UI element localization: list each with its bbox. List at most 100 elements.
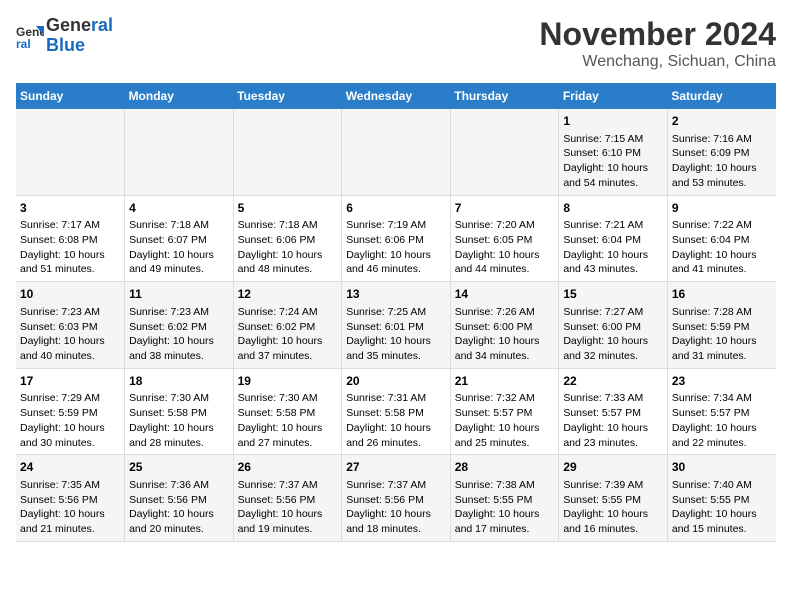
day-info-line: Sunset: 5:55 PM <box>455 493 555 508</box>
weekday-header-row: SundayMondayTuesdayWednesdayThursdayFrid… <box>16 83 776 109</box>
day-number: 13 <box>346 286 446 303</box>
day-number: 1 <box>563 113 663 130</box>
day-info-line: and 26 minutes. <box>346 436 446 451</box>
calendar-cell: 17Sunrise: 7:29 AMSunset: 5:59 PMDayligh… <box>16 368 125 455</box>
calendar-location: Wenchang, Sichuan, China <box>539 53 776 71</box>
day-info-line: Sunrise: 7:29 AM <box>20 391 120 406</box>
day-info-line: Sunset: 6:02 PM <box>129 320 229 335</box>
day-info-line: Sunrise: 7:35 AM <box>20 478 120 493</box>
calendar-cell: 16 Sunrise: 7:28 AMSunset: 5:59 PMDayligh… <box>667 282 776 369</box>
day-info-line: Daylight: 10 hours <box>129 507 229 522</box>
day-info-line: Sunrise: 7:36 AM <box>129 478 229 493</box>
calendar-cell: 2Sunrise: 7:16 AMSunset: 6:09 PMDaylight… <box>667 109 776 195</box>
day-info-line: and 34 minutes. <box>455 349 555 364</box>
day-info-line: and 28 minutes. <box>129 436 229 451</box>
day-info-line: Sunrise: 7:40 AM <box>672 478 772 493</box>
day-info-line: Sunset: 5:57 PM <box>672 406 772 421</box>
day-info-line: Sunset: 6:00 PM <box>563 320 663 335</box>
day-info-line: Sunrise: 7:23 AM <box>129 305 229 320</box>
calendar-cell: 28Sunrise: 7:38 AMSunset: 5:55 PMDayligh… <box>450 455 559 542</box>
day-info-line: and 46 minutes. <box>346 262 446 277</box>
weekday-header-tuesday: Tuesday <box>233 83 342 109</box>
calendar-week-3: 10Sunrise: 7:23 AMSunset: 6:03 PMDayligh… <box>16 282 776 369</box>
calendar-cell: 21Sunrise: 7:32 AMSunset: 5:57 PMDayligh… <box>450 368 559 455</box>
calendar-cell <box>233 109 342 195</box>
calendar-cell <box>450 109 559 195</box>
day-number: 3 <box>20 200 120 217</box>
day-number: 24 <box>20 459 120 476</box>
day-number: 8 <box>563 200 663 217</box>
day-info-line: Sunrise: 7:38 AM <box>455 478 555 493</box>
calendar-cell: 26Sunrise: 7:37 AMSunset: 5:56 PMDayligh… <box>233 455 342 542</box>
day-info-line: and 15 minutes. <box>672 522 772 537</box>
calendar-week-1: 1Sunrise: 7:15 AMSunset: 6:10 PMDaylight… <box>16 109 776 195</box>
day-info-line: and 17 minutes. <box>455 522 555 537</box>
day-info-line: Daylight: 10 hours <box>129 334 229 349</box>
day-number: 20 <box>346 373 446 390</box>
day-info-line: Sunset: 5:58 PM <box>129 406 229 421</box>
calendar-week-5: 24 Sunrise: 7:35 AM Sunset: 5:56 PM Dayligh… <box>16 455 776 542</box>
calendar-cell: 22Sunrise: 7:33 AMSunset: 5:57 PMDayligh… <box>559 368 668 455</box>
day-info-line: Sunset: 5:55 PM <box>672 493 772 508</box>
day-info-line: and 30 minutes. <box>20 436 120 451</box>
day-info-line: Sunrise: 7:23 AM <box>20 305 120 320</box>
calendar-cell: 10Sunrise: 7:23 AMSunset: 6:03 PMDayligh… <box>16 282 125 369</box>
day-info-line: Daylight: 10 hours <box>563 248 663 263</box>
logo-text-blue: Blue <box>46 36 113 56</box>
day-number: 21 <box>455 373 555 390</box>
day-number: 19 <box>238 373 338 390</box>
day-info-line: Sunrise: 7:16 AM <box>672 132 772 147</box>
day-info-line: Sunrise: 7:32 AM <box>455 391 555 406</box>
day-info-line: Daylight: 10 hours <box>563 421 663 436</box>
calendar-week-2: 3Sunrise: 7:17 AMSunset: 6:08 PMDaylight… <box>16 195 776 282</box>
day-info-line: Sunset: 5:57 PM <box>563 406 663 421</box>
day-info-line: Daylight: 10 hours <box>563 334 663 349</box>
day-number: 5 <box>238 200 338 217</box>
calendar-cell: 15Sunrise: 7:27 AMSunset: 6:00 PMDayligh… <box>559 282 668 369</box>
day-info-line: Sunset: 5:58 PM <box>238 406 338 421</box>
day-info-line: Sunset: 5:59 PM <box>672 320 772 335</box>
day-info-line: Sunset: 6:08 PM <box>20 233 120 248</box>
weekday-header-wednesday: Wednesday <box>342 83 451 109</box>
day-info-line: Sunrise: 7:27 AM <box>563 305 663 320</box>
calendar-cell: 5Sunrise: 7:18 AMSunset: 6:06 PMDaylight… <box>233 195 342 282</box>
calendar-cell: 12Sunrise: 7:24 AMSunset: 6:02 PMDayligh… <box>233 282 342 369</box>
day-number: 2 <box>672 113 772 130</box>
day-number: 6 <box>346 200 446 217</box>
day-number: 23 <box>672 373 772 390</box>
day-info-line: and 18 minutes. <box>346 522 446 537</box>
weekday-header-sunday: Sunday <box>16 83 125 109</box>
day-info-line: Sunrise: 7:18 AM <box>129 218 229 233</box>
calendar-body: 1Sunrise: 7:15 AMSunset: 6:10 PMDaylight… <box>16 109 776 541</box>
calendar-month-year: November 2024 <box>539 16 776 53</box>
day-info-line: Sunset: 5:56 PM <box>346 493 446 508</box>
calendar-cell: 8Sunrise: 7:21 AMSunset: 6:04 PMDaylight… <box>559 195 668 282</box>
day-info-line: Sunset: 5:58 PM <box>346 406 446 421</box>
day-info-line: Daylight: 10 hours <box>672 334 772 349</box>
day-info-line: Sunrise: 7:30 AM <box>238 391 338 406</box>
day-info-line: Sunset: 6:07 PM <box>129 233 229 248</box>
day-info-line: Sunrise: 7:18 AM <box>238 218 338 233</box>
day-info-line: Sunrise: 7:28 AM <box>672 305 772 320</box>
day-number: 11 <box>129 286 229 303</box>
day-info-line: Sunset: 6:02 PM <box>238 320 338 335</box>
day-info-line: Sunrise: 7:22 AM <box>672 218 772 233</box>
day-info-line: Sunrise: 7:15 AM <box>563 132 663 147</box>
day-info-line: Sunset: 6:03 PM <box>20 320 120 335</box>
day-number: 29 <box>563 459 663 476</box>
day-info-line: Sunrise: 7:17 AM <box>20 218 120 233</box>
day-info-line: Sunrise: 7:26 AM <box>455 305 555 320</box>
day-info-line: Sunrise: 7:20 AM <box>455 218 555 233</box>
day-number: 22 <box>563 373 663 390</box>
day-number: 10 <box>20 286 120 303</box>
day-info-line: Daylight: 10 hours <box>455 421 555 436</box>
day-info-line: and 51 minutes. <box>20 262 120 277</box>
day-info-line: Daylight: 10 hours <box>455 248 555 263</box>
day-info-line: Daylight: 10 hours <box>238 334 338 349</box>
day-info-line: Daylight: 10 hours <box>20 248 120 263</box>
day-info-line: Sunset: 5:59 PM <box>20 406 120 421</box>
calendar-cell: 24Sunrise: 7:35 AMSunset: 5:56 PMDayligh… <box>16 455 125 542</box>
day-number: 17 <box>20 373 120 390</box>
day-number: 16 <box>672 286 772 303</box>
day-info-line: Daylight: 10 hours <box>346 421 446 436</box>
